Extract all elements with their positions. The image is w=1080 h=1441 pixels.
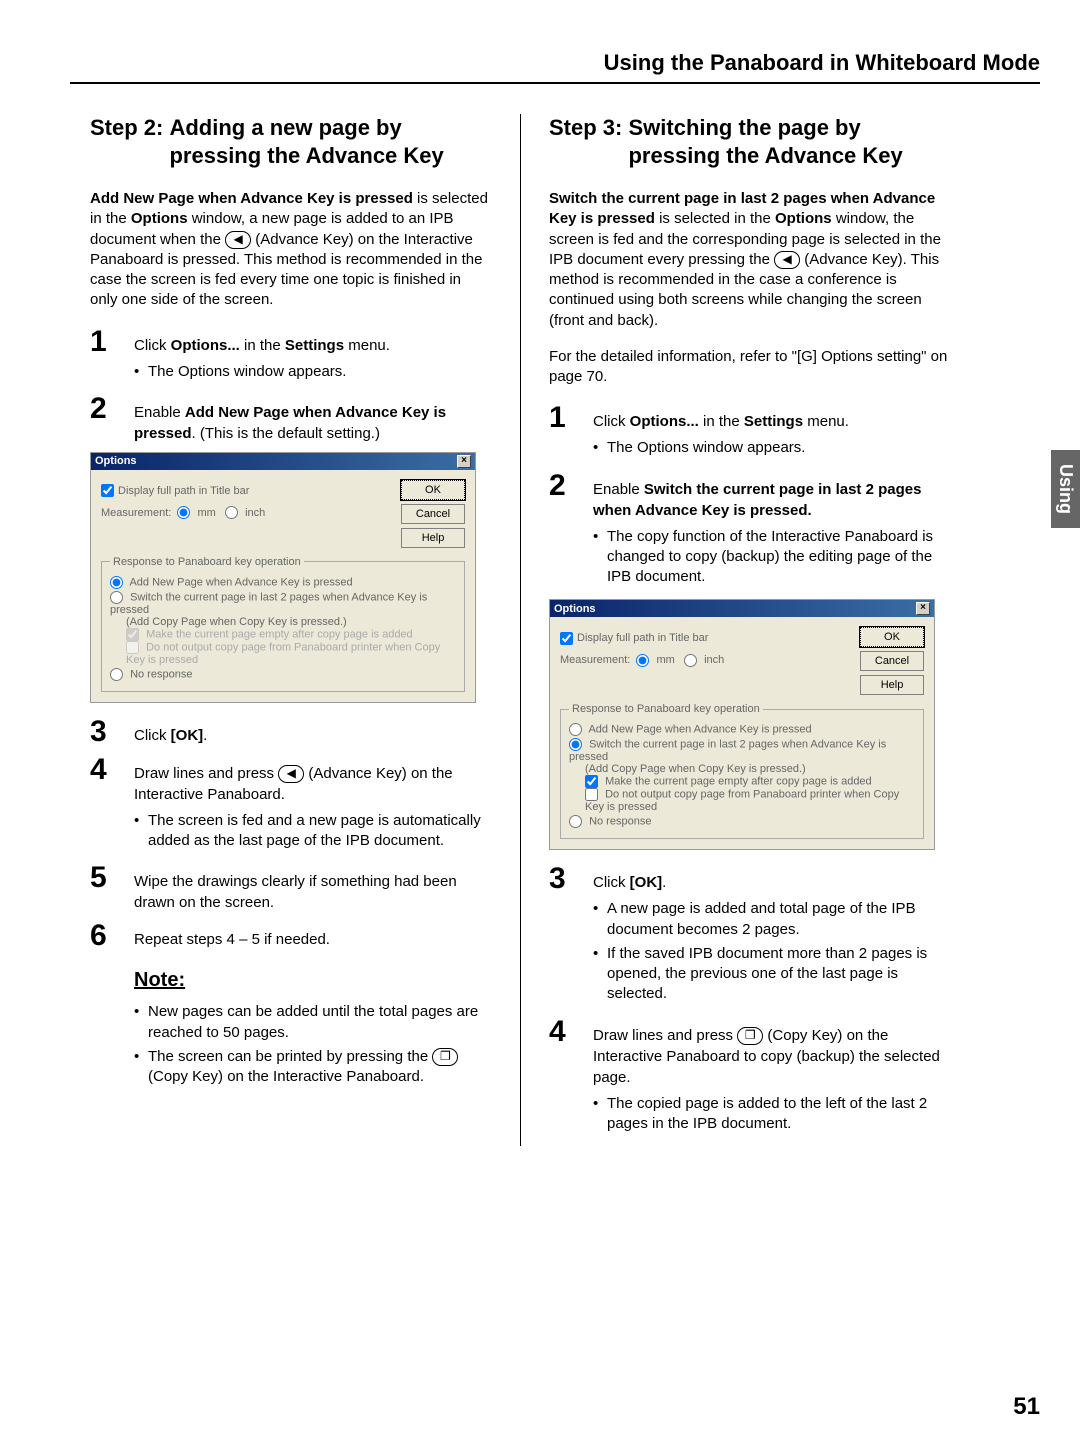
mm-radio[interactable] (177, 506, 190, 519)
step3-item1: Click Options... in the Settings menu. T… (593, 403, 950, 462)
help-button[interactable]: Help (860, 675, 924, 695)
add-new-page-radio[interactable] (569, 723, 582, 736)
right-column: Step 3: Switching the page by pressing t… (520, 114, 950, 1146)
step-number: 2 (549, 471, 593, 501)
inch-radio[interactable] (225, 506, 238, 519)
side-tab: Using (1051, 450, 1080, 528)
step2-item1: Click Options... in the Settings menu. T… (134, 327, 492, 386)
copy-key-icon: ❐ (432, 1048, 458, 1066)
copy-key-icon: ❐ (737, 1027, 763, 1045)
left-column: Step 2: Adding a new page by pressing th… (90, 114, 520, 1146)
note-heading: Note: (134, 969, 492, 992)
dialog-titlebar: Options × (550, 600, 934, 617)
cancel-button[interactable]: Cancel (860, 651, 924, 671)
help-button[interactable]: Help (401, 528, 465, 548)
step3-heading: Step 3: Switching the page by pressing t… (549, 114, 950, 169)
step3-title: Switching the page by pressing the Advan… (628, 114, 950, 169)
options-dialog-1: Options × Display full path in Title bar… (90, 452, 476, 703)
step2-heading: Step 2: Adding a new page by pressing th… (90, 114, 492, 169)
step-number: 3 (549, 864, 593, 894)
step-number: 1 (90, 327, 134, 357)
step-number: 5 (90, 863, 134, 893)
switch-page-radio[interactable] (110, 591, 123, 604)
step2-title: Adding a new page by pressing the Advanc… (169, 114, 492, 169)
no-output-checkbox (126, 641, 139, 654)
ok-button[interactable]: OK (860, 627, 924, 647)
dialog-titlebar: Options × (91, 453, 475, 470)
step3-label: Step 3: (549, 114, 628, 169)
display-full-path-checkbox[interactable] (560, 632, 573, 645)
close-icon[interactable]: × (916, 602, 930, 615)
cancel-button[interactable]: Cancel (401, 504, 465, 524)
step2-intro: Add New Page when Advance Key is pressed… (90, 189, 492, 311)
step2-item5: Wipe the drawings clearly if something h… (134, 863, 492, 913)
step3-reference: For the detailed information, refer to "… (549, 347, 950, 388)
close-icon[interactable]: × (457, 455, 471, 468)
add-new-page-radio[interactable] (110, 576, 123, 589)
step3-intro: Switch the current page in last 2 pages … (549, 189, 950, 331)
step-number: 4 (90, 755, 134, 785)
step3-item4: Draw lines and press ❐ (Copy Key) on the… (593, 1017, 950, 1139)
page-number: 51 (1013, 1393, 1040, 1421)
ok-button[interactable]: OK (401, 480, 465, 500)
mm-radio[interactable] (636, 654, 649, 667)
step2-label: Step 2: (90, 114, 169, 169)
step-number: 4 (549, 1017, 593, 1047)
step2-item4: Draw lines and press ◀ (Advance Key) on … (134, 755, 492, 856)
switch-page-radio[interactable] (569, 738, 582, 751)
no-response-radio[interactable] (110, 668, 123, 681)
display-full-path-checkbox[interactable] (101, 484, 114, 497)
advance-key-icon: ◀ (225, 231, 251, 249)
step-number: 6 (90, 921, 134, 951)
no-response-radio[interactable] (569, 815, 582, 828)
step2-item3: Click [OK]. (134, 717, 492, 746)
advance-key-icon: ◀ (278, 765, 304, 783)
step2-item6: Repeat steps 4 – 5 if needed. (134, 921, 492, 950)
step-number: 2 (90, 394, 134, 424)
make-empty-checkbox[interactable] (585, 775, 598, 788)
options-dialog-2: Options × Display full path in Title bar… (549, 599, 935, 850)
inch-radio[interactable] (684, 654, 697, 667)
step-number: 3 (90, 717, 134, 747)
step3-item2: Enable Switch the current page in last 2… (593, 471, 950, 592)
make-empty-checkbox (126, 628, 139, 641)
page-header: Using the Panaboard in Whiteboard Mode (70, 50, 1040, 84)
note-list: New pages can be added until the total p… (134, 1002, 492, 1087)
advance-key-icon: ◀ (774, 251, 800, 269)
no-output-checkbox[interactable] (585, 788, 598, 801)
step2-item2: Enable Add New Page when Advance Key is … (134, 394, 492, 444)
step-number: 1 (549, 403, 593, 433)
step3-item3: Click [OK]. A new page is added and tota… (593, 864, 950, 1008)
